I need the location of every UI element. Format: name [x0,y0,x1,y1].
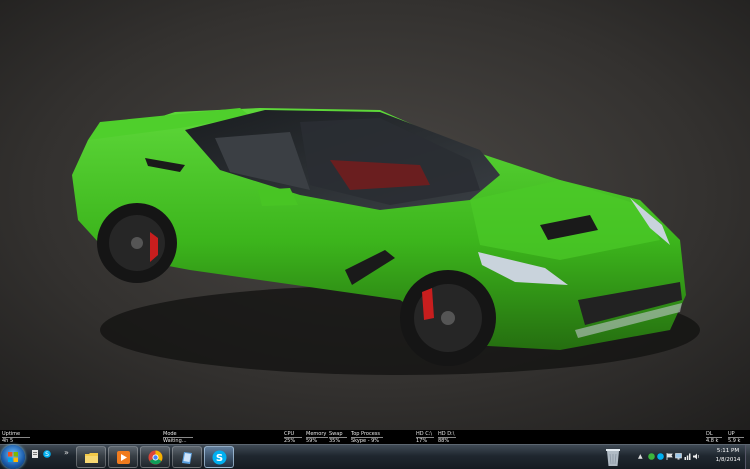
front-wheel [400,270,496,366]
desktop-wallpaper [0,0,750,430]
stat-hd-d: HD D:\ 88% [438,431,456,444]
notes-icon [182,452,192,464]
taskbar-button-skype[interactable]: S [204,446,234,468]
skype-icon: S [212,450,227,465]
recycle-bin-icon[interactable] [605,447,621,467]
tray-green-icon[interactable] [648,453,655,460]
svg-text:S: S [45,451,49,458]
stat-swap-label: Swap [329,431,347,438]
tray-expand-icon[interactable]: ▲ [638,453,643,460]
start-button[interactable] [1,445,25,469]
stat-uptime-label: Uptime [2,431,30,438]
chrome-icon [148,450,163,465]
clock-date: 1/8/2014 [715,457,741,463]
stat-hd-c: HD C:\ 17% [416,431,434,444]
taskbar-button-file-explorer[interactable] [76,446,106,468]
stat-swap: Swap 35% [329,431,347,444]
windows-logo-icon [8,452,18,462]
quicklaunch-skype-icon[interactable]: S [43,450,51,458]
show-desktop-button[interactable] [745,445,750,469]
stat-download-label: DL [706,431,722,438]
tray-skype-icon[interactable] [657,453,664,460]
stat-memory: Memory 59% [306,431,328,444]
stat-mode-label: Mode [163,431,193,438]
quicklaunch-doc-icon[interactable] [31,450,39,458]
stat-cpu-label: CPU [284,431,302,438]
stat-hd-d-label: HD D:\ [438,431,456,438]
stat-upload-label: UP [728,431,744,438]
tray-volume-icon[interactable] [693,453,700,460]
svg-text:S: S [216,453,223,464]
folder-icon [85,453,98,463]
stat-memory-label: Memory [306,431,328,438]
taskbar-button-media-player[interactable] [108,446,138,468]
tray-flag-icon[interactable] [666,453,673,460]
system-stats-bar: Uptime 4h 5 Mode Waiting... CPU 25% Memo… [0,430,750,444]
stat-uptime: Uptime 4h 5 [2,431,30,444]
quicklaunch-overflow[interactable]: » [64,448,69,457]
tray-network-icon[interactable] [684,453,691,460]
stat-top-process: Top Process Skype - 9% [351,431,383,444]
stat-mode: Mode Waiting... [163,431,193,444]
stat-download: DL 4.8 k [706,431,722,444]
taskbar-button-notes[interactable] [172,446,202,468]
rear-wheel [97,203,177,283]
tray-monitor-icon[interactable] [675,453,682,460]
taskbar-button-chrome[interactable] [140,446,170,468]
system-clock[interactable]: 5:11 PM 1/8/2014 [711,447,745,465]
stat-cpu: CPU 25% [284,431,302,444]
taskbar: S » S ▲ 5:11 PM 1/8/2014 [0,444,750,469]
stat-upload: UP 5.9 k [728,431,744,444]
play-icon [117,451,130,464]
stat-top-process-label: Top Process [351,431,383,438]
stat-hd-c-label: HD C:\ [416,431,434,438]
clock-time: 5:11 PM [716,448,740,454]
